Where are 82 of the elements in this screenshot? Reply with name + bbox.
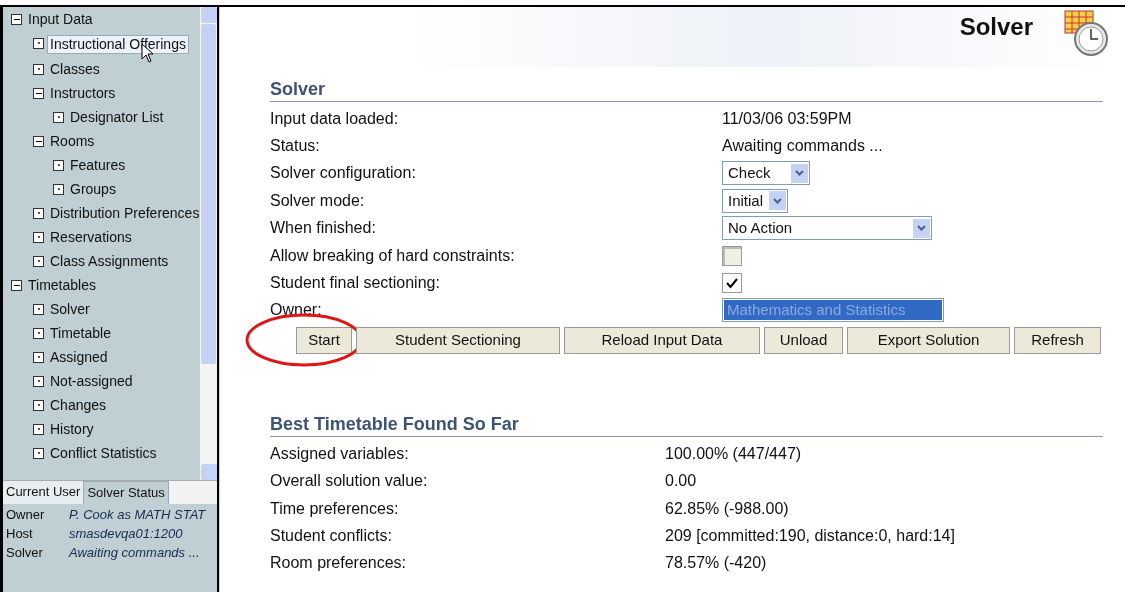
tree-item[interactable]: Conflict Statistics [50, 444, 157, 462]
status-label: Solver [6, 545, 44, 561]
stat-label: Time preferences: [270, 498, 400, 519]
field-label: When finished: [270, 218, 377, 239]
field-label: Solver mode: [270, 190, 366, 211]
action-button[interactable]: Start [296, 327, 352, 355]
tree-item[interactable]: Reservations [50, 228, 132, 246]
panel-tab[interactable]: Current User [3, 481, 84, 504]
action-button[interactable]: Export Solution [847, 327, 1010, 355]
leaf-icon[interactable] [33, 37, 44, 49]
dropdown[interactable]: Initial [722, 188, 788, 213]
leaf-icon[interactable] [33, 231, 44, 243]
leaf-icon[interactable] [53, 183, 64, 195]
leaf-icon[interactable] [33, 375, 44, 387]
section-heading: Solver [270, 77, 1103, 102]
leaf-icon[interactable] [53, 159, 64, 171]
stat-value: 209 [committed:190, distance:0, hard:14] [665, 526, 955, 546]
tree-item[interactable]: Timetable [50, 324, 111, 342]
action-button[interactable]: Student Sectioning [356, 327, 560, 355]
tree-item[interactable]: Rooms [50, 132, 95, 150]
leaf-icon[interactable] [33, 63, 44, 75]
leaf-icon[interactable] [33, 207, 44, 219]
leaf-icon[interactable] [33, 303, 44, 315]
field-label: Student final sectioning: [270, 273, 441, 294]
stat-value: 78.57% (-420) [665, 553, 767, 574]
field-value: 11/03/06 03:59PM [722, 108, 852, 129]
leaf-icon[interactable] [33, 399, 44, 411]
stat-value: 62.85% (-988.00) [665, 498, 789, 519]
dropdown[interactable]: No Action [722, 216, 932, 241]
field-label: Allow breaking of hard constraints: [270, 245, 516, 266]
checkbox[interactable] [722, 273, 742, 294]
tree-item[interactable]: Classes [50, 60, 100, 78]
action-button[interactable]: Reload Input Data [564, 327, 760, 355]
stat-label: Assigned variables: [270, 443, 410, 464]
tree-item[interactable]: Assigned [50, 348, 108, 366]
field-label: Status: [270, 136, 321, 157]
status-value: smasdevqa01:1200 [69, 526, 183, 542]
field-label: Solver configuration: [270, 163, 417, 184]
leaf-icon[interactable] [33, 255, 44, 267]
tree-item[interactable]: Solver [50, 300, 90, 318]
collapse-icon[interactable] [11, 279, 22, 291]
stat-label: Room preferences: [270, 553, 408, 574]
section-heading: Best Timetable Found So Far [270, 412, 1103, 438]
field-label: Input data loaded: [270, 108, 400, 129]
collapse-icon[interactable] [11, 13, 22, 25]
tree-item[interactable]: Changes [50, 396, 107, 414]
leaf-icon[interactable] [33, 327, 44, 339]
action-button[interactable]: Unload [764, 327, 843, 355]
tree-item[interactable]: Designator List [70, 108, 164, 126]
status-value: Awaiting commands ... [69, 545, 200, 561]
tree-item[interactable]: Instructional Offerings [47, 34, 189, 54]
action-button[interactable]: Refresh [1014, 327, 1101, 355]
tree-item[interactable]: Distribution Preferences [50, 204, 200, 222]
calendar-clock-icon [1061, 9, 1111, 57]
tree-item[interactable]: Features [70, 156, 126, 174]
leaf-icon[interactable] [33, 423, 44, 435]
tree-item[interactable]: Input Data [28, 10, 93, 28]
tree-item[interactable]: Not-assigned [50, 372, 133, 390]
panel-tab[interactable]: Solver Status [83, 481, 169, 504]
tree-item[interactable]: Class Assignments [50, 252, 169, 270]
stat-label: Student conflicts: [270, 526, 393, 546]
leaf-icon[interactable] [33, 351, 44, 363]
leaf-icon[interactable] [53, 111, 64, 123]
field-label: Owner: [270, 300, 323, 321]
check-icon [726, 277, 738, 290]
status-label: Owner [6, 507, 46, 523]
stat-value: 0.00 [665, 471, 697, 492]
leaf-icon[interactable] [33, 447, 44, 459]
collapse-icon[interactable] [33, 87, 44, 99]
page-title: Solver [959, 12, 1033, 42]
scrollbar[interactable] [200, 7, 217, 480]
tree-item[interactable]: Instructors [50, 84, 116, 102]
tree-item[interactable]: Timetables [28, 276, 96, 294]
field-value: Awaiting commands ... [722, 136, 883, 157]
collapse-icon[interactable] [33, 135, 44, 147]
dropdown[interactable]: Check [722, 161, 810, 186]
status-label: Host [6, 526, 34, 542]
tree-item[interactable]: Groups [70, 180, 116, 198]
stat-value: 100.00% (447/447) [665, 443, 802, 464]
tree-item[interactable]: History [50, 420, 94, 438]
status-value: P. Cook as MATH STAT [69, 507, 206, 523]
stat-label: Overall solution value: [270, 471, 429, 492]
